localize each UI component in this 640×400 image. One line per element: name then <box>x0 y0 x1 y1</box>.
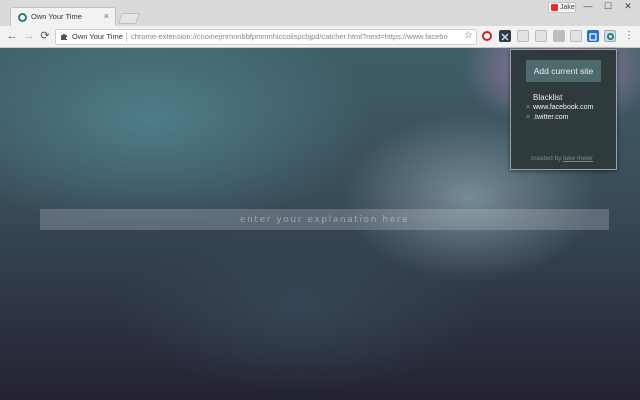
camera-ext-icon[interactable] <box>517 30 529 42</box>
blacklist-heading: Blacklist <box>533 93 563 102</box>
blacklist-item: × .twitter.com <box>526 114 569 121</box>
new-tab-button[interactable] <box>117 13 141 24</box>
x-glyph-icon <box>501 33 509 41</box>
dark-ext-icon[interactable] <box>499 30 511 42</box>
remove-site-icon[interactable]: × <box>526 114 530 121</box>
profile-button[interactable]: Jake <box>548 2 576 13</box>
forward-icon[interactable]: → <box>22 29 36 43</box>
profile-label: Jake <box>560 4 575 11</box>
site-chip: Own Your Time <box>72 32 123 41</box>
own-your-time-favicon-icon <box>18 13 27 22</box>
tab-close-icon[interactable]: × <box>104 11 109 21</box>
minimize-button[interactable]: — <box>578 0 598 14</box>
blacklist-site: .twitter.com <box>533 114 569 121</box>
printer-ext-icon[interactable] <box>535 30 547 42</box>
reload-icon[interactable]: ⟳ <box>38 29 52 43</box>
back-icon[interactable]: ← <box>5 29 19 43</box>
chip-divider <box>126 32 127 42</box>
tab-own-your-time[interactable]: Own Your Time × <box>10 7 116 26</box>
extension-popup: Add current site Blacklist × www.facebook… <box>510 49 617 170</box>
url-text[interactable]: chrome-extension://cnoinejmmnnbbfpmnmhic… <box>131 32 461 41</box>
tab-strip: Own Your Time × Jake — ☐ ✕ <box>0 0 640 26</box>
browser-toolbar: ← → ⟳ Own Your Time chrome-extension://c… <box>0 26 640 48</box>
own-your-time-icon[interactable] <box>604 30 616 42</box>
tab-title: Own Your Time <box>31 12 82 21</box>
bookmark-star-icon[interactable]: ☆ <box>464 30 473 41</box>
maximize-button[interactable]: ☐ <box>598 0 618 14</box>
add-current-site-button[interactable]: Add current site <box>526 60 601 82</box>
puzzle-icon <box>61 34 67 40</box>
opera-o-icon[interactable] <box>482 31 492 41</box>
light-ext-icon[interactable] <box>570 30 582 42</box>
blacklist-item: × www.facebook.com <box>526 104 593 111</box>
remove-site-icon[interactable]: × <box>526 104 530 111</box>
credit-line: created by luke meier <box>531 155 593 162</box>
explanation-input[interactable] <box>40 209 609 230</box>
profile-icon <box>551 4 558 11</box>
credit-prefix: created by <box>531 155 562 162</box>
blue-ext-icon[interactable] <box>587 30 599 42</box>
grid-glyph-icon <box>589 33 597 41</box>
gray-ext-icon[interactable] <box>553 30 565 42</box>
blacklist-site: www.facebook.com <box>533 104 594 111</box>
chrome-menu-icon[interactable]: ⋮ <box>624 30 634 42</box>
close-window-button[interactable]: ✕ <box>618 0 638 14</box>
author-link[interactable]: luke meier <box>563 155 593 162</box>
own-your-time-ring-icon <box>607 33 614 40</box>
address-bar[interactable]: Own Your Time chrome-extension://cnoinej… <box>55 29 477 45</box>
